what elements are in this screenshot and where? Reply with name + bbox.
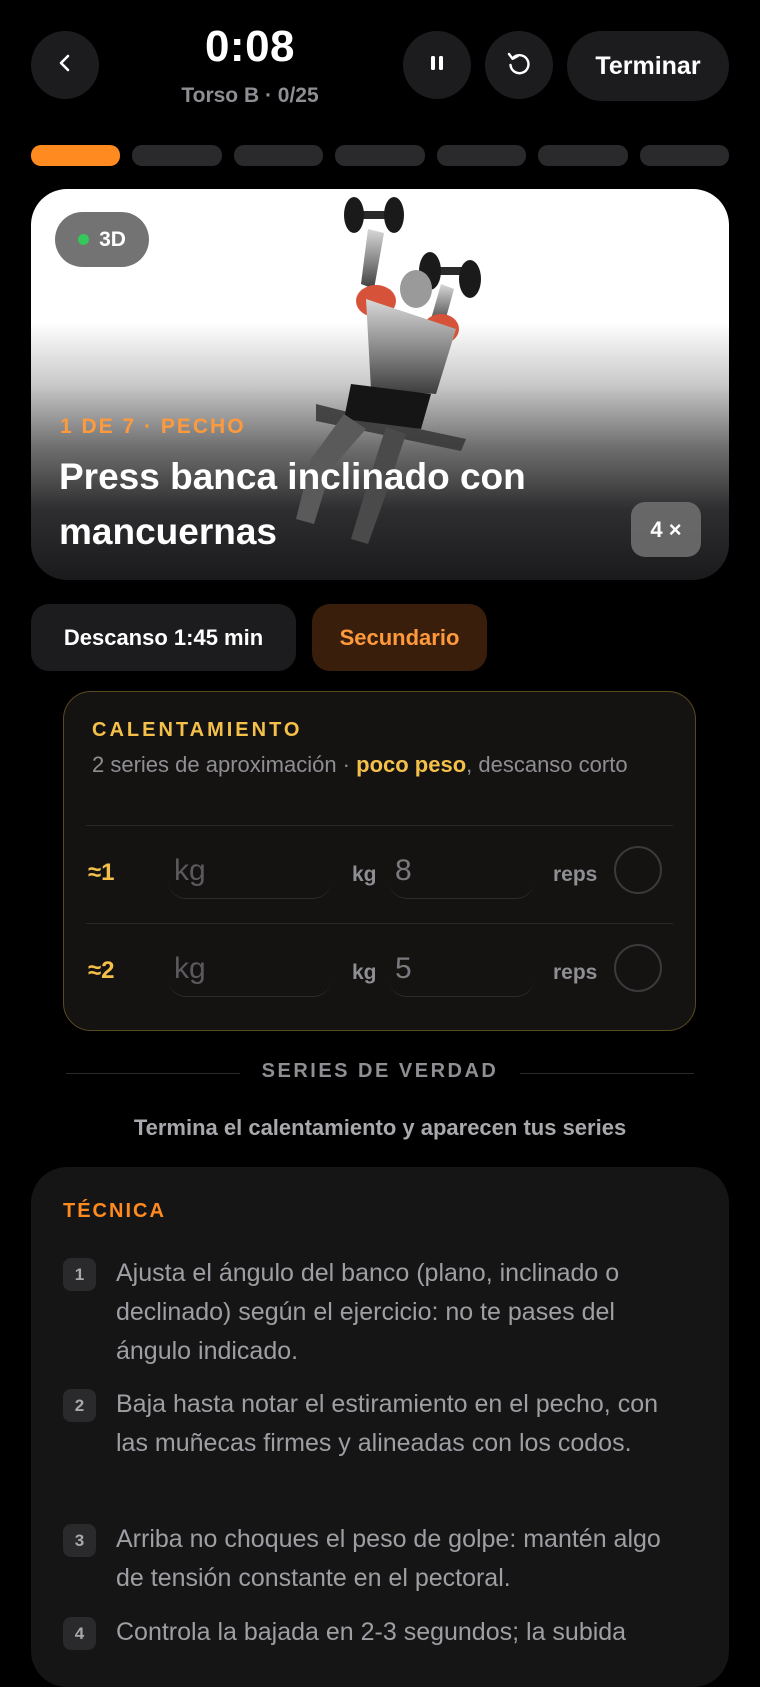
step-number: 1 [63,1258,96,1291]
technique-card: TÉCNICA 1 Ajusta el ángulo del banco (pl… [31,1167,729,1687]
step-number: 4 [63,1617,96,1650]
exercise-title: Press banca inclinado con mancuernas [59,456,526,552]
step-number: 3 [63,1524,96,1557]
step-text: Ajusta el ángulo del banco (plano, incli… [116,1259,620,1365]
warmup-description: 2 series de aproximación · poco peso, de… [92,748,652,781]
real-sets-title: SERIES DE VERDAD [261,1060,499,1082]
real-sets-hint: Termina el calentamiento y aparecen tus … [133,1115,627,1140]
step-text: Controla la bajada en 2-3 segundos; la s… [116,1618,627,1646]
divider [86,825,673,826]
workout-timer: 0:08 [204,22,296,71]
warmup-set-row: ≈2 kg kg 5 reps [64,927,697,1025]
set-complete-checkbox[interactable] [614,944,662,992]
divider [66,1073,240,1074]
divider [86,923,673,924]
progress-segment [132,145,222,166]
progress-segment [233,145,324,166]
exercise-progress [31,145,729,166]
reps-unit: reps [553,961,598,984]
reps-unit: reps [553,863,598,886]
finish-button[interactable]: Terminar [567,31,729,101]
set-index: ≈1 [88,859,115,886]
live-dot-icon [78,234,90,245]
warmup-desc-text-end: , descanso corto [466,752,628,777]
divider [520,1073,694,1074]
progress-segment [335,145,425,166]
progress-segment [436,145,527,166]
progress-segment [31,145,121,166]
warmup-desc-text: 2 series de aproximación · [92,752,357,777]
weight-input[interactable]: kg [168,941,331,997]
step-text: Arriba no choques el peso de golpe: mant… [116,1525,661,1592]
weight-unit: kg [352,863,377,886]
3d-badge[interactable]: 3D [55,212,149,267]
back-button[interactable] [31,31,99,99]
set-complete-checkbox[interactable] [614,846,662,894]
progress-segment [639,145,729,166]
warmup-desc-highlight: poco peso [356,752,467,777]
pause-icon [427,53,447,78]
sets-badge: 4 × [631,502,701,557]
warmup-title: CALENTAMIENTO [92,719,303,741]
restart-button[interactable] [485,31,553,99]
workout-subtitle: Torso B · 0/25 [181,84,319,107]
technique-title: TÉCNICA [63,1200,166,1222]
step-text: Baja hasta notar el estiramiento en el p… [116,1390,659,1457]
reps-input[interactable]: 8 [389,843,534,899]
set-index: ≈2 [88,957,115,984]
weight-input[interactable]: kg [168,843,331,899]
exercise-hero-card[interactable]: 3D 1 DE 7 · PECHO Press banca inclinado … [31,189,729,580]
progress-segment [538,145,628,166]
exercise-meta: 1 DE 7 · PECHO [60,415,246,438]
reps-input[interactable]: 5 [389,941,534,997]
weight-unit: kg [352,961,377,984]
warmup-set-row: ≈1 kg kg 8 reps [64,829,697,927]
step-number: 2 [63,1389,96,1422]
chevron-left-icon [54,52,76,79]
role-pill: Secundario [312,604,487,671]
3d-badge-label: 3D [99,227,126,251]
restart-icon [504,48,534,83]
warmup-card: CALENTAMIENTO 2 series de aproximación ·… [63,691,696,1031]
pause-button[interactable] [403,31,471,99]
rest-pill[interactable]: Descanso 1:45 min [31,604,296,671]
